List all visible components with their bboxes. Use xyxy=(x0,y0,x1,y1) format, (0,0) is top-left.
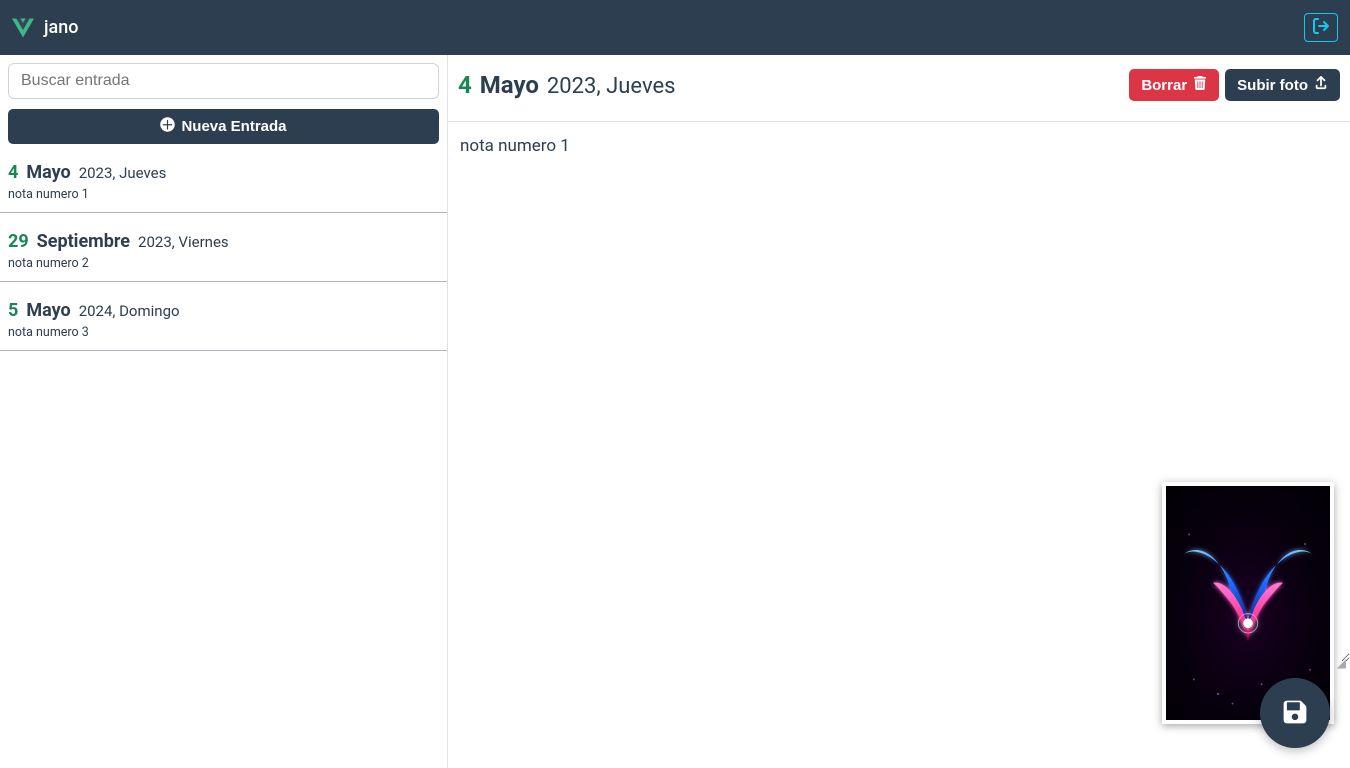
navbar: jano xyxy=(0,0,1350,55)
upload-photo-button[interactable]: Subir foto xyxy=(1225,69,1340,101)
new-entry-button[interactable]: Nueva Entrada xyxy=(8,109,439,144)
entry-day: 29 xyxy=(8,231,29,252)
search-input[interactable] xyxy=(8,63,439,99)
entry-day: 4 xyxy=(8,162,18,183)
main-area: Nueva Entrada 4 Mayo 2023, Jueves nota n… xyxy=(0,55,1350,768)
entry-rest: 2023, Viernes xyxy=(138,233,229,251)
detail-panel: 4 Mayo 2023, Jueves Borrar Subir foto xyxy=(448,55,1350,768)
entry-rest: 2024, Domingo xyxy=(79,302,180,320)
entry-preview: nota numero 2 xyxy=(8,256,439,271)
entry-month: Mayo xyxy=(26,162,70,183)
logout-button[interactable] xyxy=(1304,13,1338,42)
new-entry-label: Nueva Entrada xyxy=(181,118,286,135)
detail-header: 4 Mayo 2023, Jueves Borrar Subir foto xyxy=(448,55,1350,122)
entry-month: Septiembre xyxy=(37,231,130,252)
entry-preview: nota numero 3 xyxy=(8,325,439,340)
entry-day: 5 xyxy=(8,300,18,321)
detail-month: Mayo xyxy=(480,71,539,99)
delete-label: Borrar xyxy=(1141,77,1187,94)
plus-circle-icon xyxy=(160,117,175,136)
save-icon xyxy=(1282,699,1308,728)
app-name: jano xyxy=(44,17,78,38)
logout-icon xyxy=(1313,18,1329,37)
entry-list[interactable]: 4 Mayo 2023, Jueves nota numero 1 29 Sep… xyxy=(0,152,447,768)
detail-day: 4 xyxy=(458,71,472,99)
upload-icon xyxy=(1314,76,1328,94)
navbar-brand[interactable]: jano xyxy=(12,17,78,39)
upload-label: Subir foto xyxy=(1237,77,1308,94)
list-item[interactable]: 4 Mayo 2023, Jueves nota numero 1 xyxy=(0,152,447,213)
save-button[interactable] xyxy=(1260,678,1330,748)
list-item[interactable]: 29 Septiembre 2023, Viernes nota numero … xyxy=(0,213,447,282)
list-item[interactable]: 5 Mayo 2024, Domingo nota numero 3 xyxy=(0,282,447,351)
vue-logo-icon xyxy=(12,17,34,39)
detail-body: ◢ xyxy=(448,122,1350,768)
entry-preview: nota numero 1 xyxy=(8,187,439,202)
detail-rest: 2023, Jueves xyxy=(547,74,676,99)
sidebar: Nueva Entrada 4 Mayo 2023, Jueves nota n… xyxy=(0,55,448,768)
entry-rest: 2023, Jueves xyxy=(79,164,167,182)
entry-month: Mayo xyxy=(26,300,70,321)
delete-button[interactable]: Borrar xyxy=(1129,69,1219,101)
detail-date: 4 Mayo 2023, Jueves xyxy=(458,71,676,99)
trash-icon xyxy=(1193,76,1207,94)
